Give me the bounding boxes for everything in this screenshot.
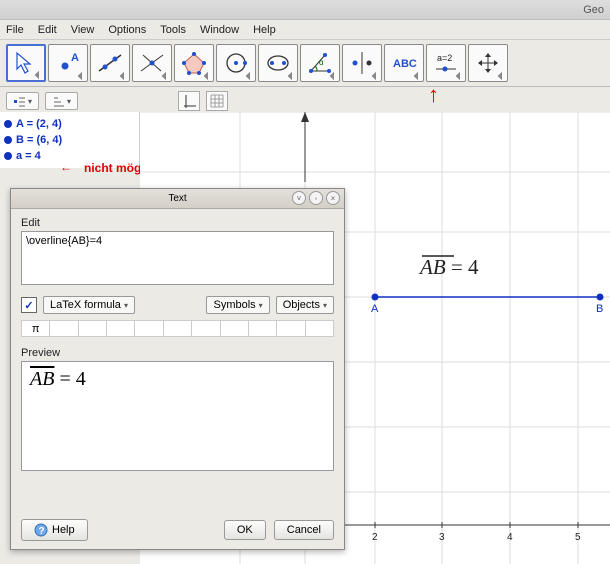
minimize-icon[interactable]: ˅ bbox=[292, 191, 306, 205]
edit-label: Edit bbox=[21, 217, 334, 229]
annotation-arrow-left: ← bbox=[60, 160, 72, 174]
tool-move-view[interactable] bbox=[468, 44, 508, 82]
latex-formula-dropdown[interactable]: LaTeX formula▾ bbox=[43, 296, 135, 314]
tool-reflect[interactable] bbox=[342, 44, 382, 82]
annotation-arrow-up: ↑ bbox=[428, 88, 439, 102]
tool-circle[interactable] bbox=[216, 44, 256, 82]
maximize-icon[interactable]: ◦ bbox=[309, 191, 323, 205]
dialog-titlebar[interactable]: Text ˅ ◦ × bbox=[11, 189, 344, 209]
svg-text:a=2: a=2 bbox=[437, 53, 452, 63]
sort-options[interactable]: ▾ bbox=[45, 92, 78, 110]
tool-point[interactable]: A bbox=[48, 44, 88, 82]
tool-polygon[interactable] bbox=[174, 44, 214, 82]
menu-view[interactable]: View bbox=[71, 24, 95, 36]
svg-text:A: A bbox=[71, 52, 79, 64]
menu-tools[interactable]: Tools bbox=[160, 24, 186, 36]
svg-text:ABC: ABC bbox=[393, 58, 417, 70]
svg-text:4: 4 bbox=[507, 532, 513, 543]
chevron-down-icon: ▾ bbox=[323, 301, 327, 310]
point-A[interactable] bbox=[372, 294, 379, 301]
svg-text:5: 5 bbox=[575, 532, 581, 543]
symbol-palette[interactable]: π bbox=[21, 320, 334, 337]
svg-text:?: ? bbox=[39, 526, 45, 537]
symbol-pi[interactable]: π bbox=[22, 321, 50, 337]
tool-angle[interactable]: α bbox=[300, 44, 340, 82]
point-B[interactable] bbox=[597, 294, 604, 301]
symbols-dropdown[interactable]: Symbols▾ bbox=[206, 296, 269, 314]
svg-text:AB = 4: AB = 4 bbox=[418, 255, 479, 279]
text-edit-input[interactable]: \overline{AB}=4 bbox=[21, 231, 334, 285]
latex-checkbox[interactable]: ✓ bbox=[21, 297, 37, 313]
menubar: File Edit View Options Tools Window Help bbox=[0, 20, 610, 40]
chevron-down-icon: ▾ bbox=[259, 301, 263, 310]
menu-edit[interactable]: Edit bbox=[38, 24, 57, 36]
help-button[interactable]: ? Help bbox=[21, 519, 88, 541]
preview-area: AB = 4 bbox=[21, 361, 334, 471]
tool-slider[interactable]: a=2 bbox=[426, 44, 466, 82]
menu-options[interactable]: Options bbox=[108, 24, 146, 36]
algebra-view-options[interactable]: ▾ bbox=[6, 92, 39, 110]
window-titlebar: Geo bbox=[0, 0, 610, 20]
text-object-AB[interactable]: AB = 4 bbox=[418, 255, 479, 279]
y-axis-arrow-icon bbox=[301, 112, 309, 122]
tool-arrow[interactable] bbox=[6, 44, 46, 82]
dialog-title: Text bbox=[168, 193, 186, 204]
menu-help[interactable]: Help bbox=[253, 24, 276, 36]
point-bullet-icon bbox=[4, 120, 12, 128]
tool-ellipse[interactable] bbox=[258, 44, 298, 82]
point-bullet-icon bbox=[4, 136, 12, 144]
objects-dropdown[interactable]: Objects▾ bbox=[276, 296, 334, 314]
app-name: Geo bbox=[583, 4, 604, 16]
tool-line[interactable] bbox=[90, 44, 130, 82]
grid-toggle[interactable] bbox=[206, 91, 228, 111]
point-bullet-icon bbox=[4, 152, 12, 160]
menu-window[interactable]: Window bbox=[200, 24, 239, 36]
preview-label: Preview bbox=[21, 347, 334, 359]
label-A: A bbox=[371, 303, 379, 315]
ok-button[interactable]: OK bbox=[224, 520, 266, 540]
axes-toggle[interactable] bbox=[178, 91, 200, 111]
svg-text:3: 3 bbox=[439, 532, 445, 543]
main-toolbar: A α ABC a=2 bbox=[0, 40, 610, 87]
chevron-down-icon: ▾ bbox=[124, 301, 128, 310]
svg-text:2: 2 bbox=[372, 532, 378, 543]
algebra-item-A[interactable]: A = (2, 4) bbox=[4, 116, 135, 132]
cancel-button[interactable]: Cancel bbox=[274, 520, 334, 540]
label-B: B bbox=[596, 303, 603, 315]
help-icon: ? bbox=[34, 523, 48, 537]
menu-file[interactable]: File bbox=[6, 24, 24, 36]
text-dialog: Text ˅ ◦ × Edit \overline{AB}=4 ✓ LaTeX … bbox=[10, 188, 345, 550]
close-icon[interactable]: × bbox=[326, 191, 340, 205]
tool-text[interactable]: ABC bbox=[384, 44, 424, 82]
tool-perpendicular[interactable] bbox=[132, 44, 172, 82]
algebra-item-B[interactable]: B = (6, 4) bbox=[4, 132, 135, 148]
svg-text:α: α bbox=[319, 58, 324, 67]
